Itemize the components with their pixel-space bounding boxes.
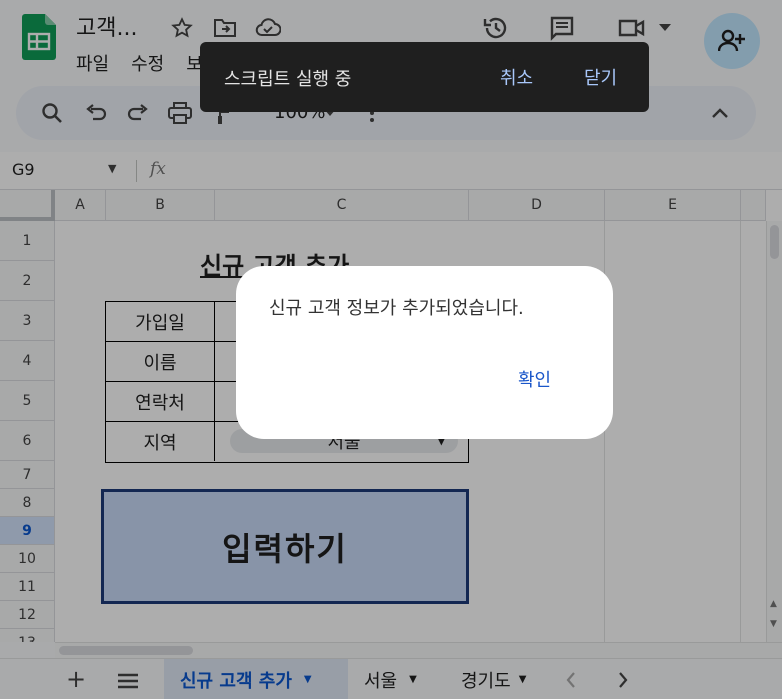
snackbar-message: 스크립트 실행 중 bbox=[224, 69, 352, 90]
alert-ok-button[interactable]: 확인 bbox=[518, 366, 551, 392]
snackbar-close-button[interactable]: 닫기 bbox=[584, 64, 617, 90]
alert-dialog: 신규 고객 정보가 추가되었습니다. 확인 bbox=[236, 266, 613, 439]
script-running-snackbar: 스크립트 실행 중 취소 닫기 bbox=[200, 42, 649, 112]
snackbar-cancel-button[interactable]: 취소 bbox=[500, 64, 533, 90]
alert-message: 신규 고객 정보가 추가되었습니다. bbox=[269, 298, 524, 319]
